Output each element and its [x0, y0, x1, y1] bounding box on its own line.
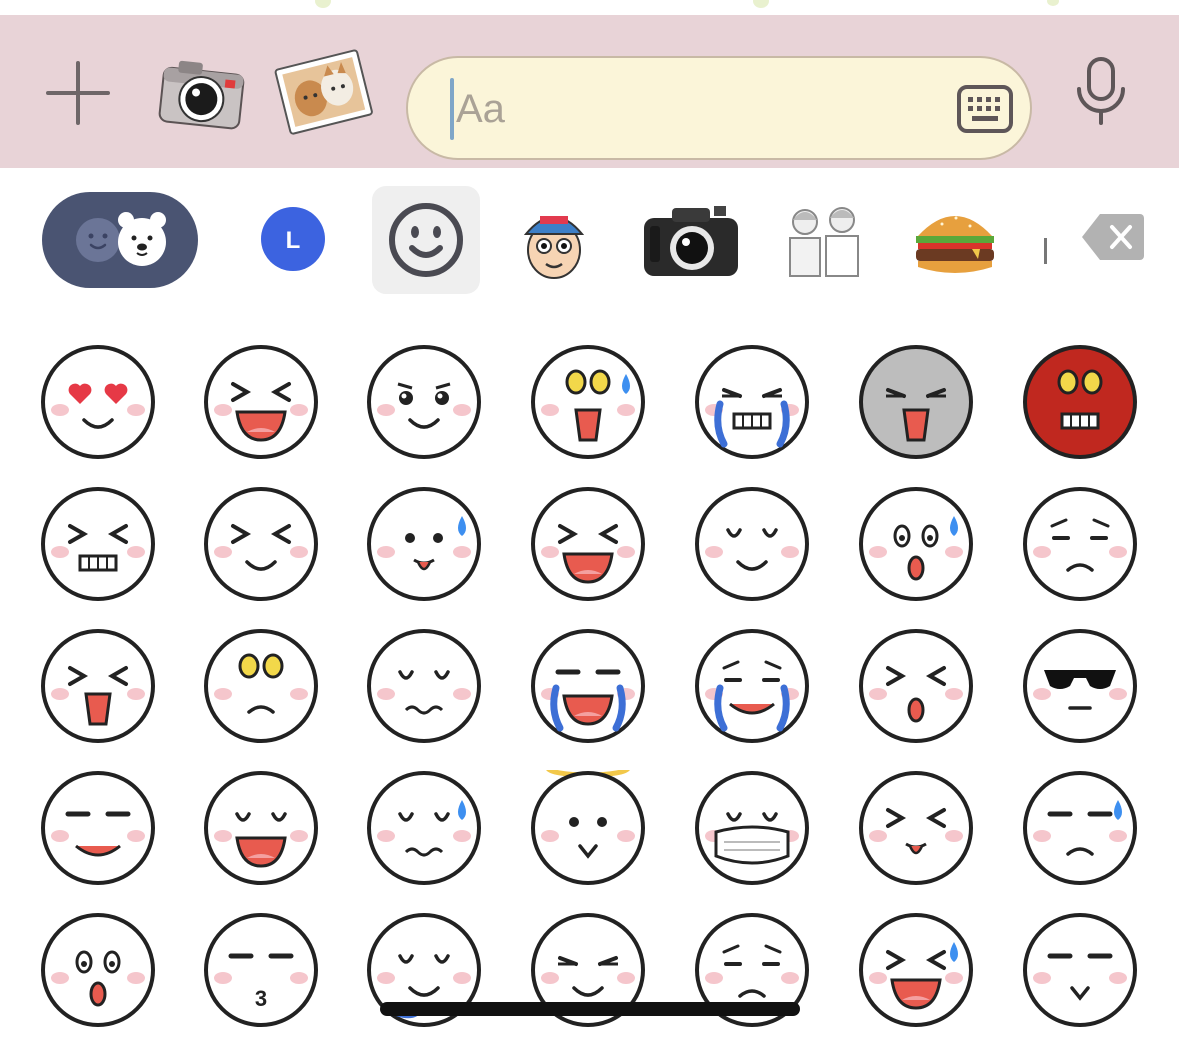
- photo-album-icon[interactable]: [272, 47, 376, 139]
- backspace-icon[interactable]: [1080, 212, 1146, 262]
- emoji-excited[interactable]: [530, 486, 646, 602]
- moon-brown-icon: [76, 212, 166, 266]
- emoji-surprised-squint[interactable]: [858, 628, 974, 744]
- emoji-nervous-sweat[interactable]: [366, 770, 482, 886]
- emoji-cool-shades[interactable]: [1022, 912, 1138, 1028]
- line-l-icon: L: [261, 207, 325, 271]
- emoji-tears-of-joy[interactable]: [530, 628, 646, 744]
- emoji-shocked-sweat[interactable]: [530, 344, 646, 460]
- emoji-category-tabs: L: [0, 168, 1179, 308]
- emoji-tongue-wink[interactable]: [366, 486, 482, 602]
- emoji-sunglasses[interactable]: [1022, 628, 1138, 744]
- smiley-icon: [389, 203, 463, 277]
- emoji-grinning-squint[interactable]: [40, 486, 156, 602]
- emoji-angry-vein[interactable]: [203, 628, 319, 744]
- line-friends-tab[interactable]: [42, 192, 198, 288]
- emoji-heart-eyes[interactable]: [40, 344, 156, 460]
- svg-text:3: 3: [255, 986, 267, 1011]
- message-input-field[interactable]: [406, 56, 1032, 160]
- emoji-happy-squint[interactable]: [203, 486, 319, 602]
- top-decor-dot: [753, 0, 769, 8]
- top-decor-dot: [1047, 0, 1059, 6]
- burger-icon: [916, 216, 994, 273]
- emoji-pleading[interactable]: [366, 344, 482, 460]
- tabs-overflow-edge: [1044, 238, 1047, 264]
- emoji-sad-open[interactable]: [203, 770, 319, 886]
- emoji-smiley-tab[interactable]: [372, 186, 480, 294]
- boy-with-cap-icon: [523, 216, 585, 279]
- emoji-stone-face[interactable]: [858, 344, 974, 460]
- camera-sticker-tab[interactable]: [642, 202, 740, 280]
- emoji-sobbing[interactable]: [694, 628, 810, 744]
- cap-boy-tab[interactable]: [518, 198, 590, 284]
- text-caret: [450, 78, 454, 140]
- emoji-angry-red[interactable]: [1022, 344, 1138, 460]
- emoji-shocked-sweat-2[interactable]: [858, 486, 974, 602]
- top-decor-dot: [315, 0, 331, 8]
- emoji-upset[interactable]: [1022, 486, 1138, 602]
- svg-text:L: L: [286, 227, 301, 254]
- emoji-tongue-squint[interactable]: [858, 770, 974, 886]
- couple-tab[interactable]: [784, 200, 862, 278]
- emoji-unamused[interactable]: [366, 628, 482, 744]
- camera-icon[interactable]: [156, 53, 246, 133]
- emoji-wide-eyes[interactable]: [40, 912, 156, 1028]
- emoji-smirk[interactable]: [40, 770, 156, 886]
- keyboard-icon[interactable]: [956, 82, 1014, 136]
- message-input[interactable]: [456, 76, 916, 142]
- couple-icon: [789, 207, 859, 277]
- message-composer-toolbar: [0, 15, 1179, 168]
- emoji-angel-halo[interactable]: [530, 758, 646, 886]
- emoji-screaming[interactable]: [40, 628, 156, 744]
- emoji-kiss[interactable]: 3: [203, 912, 319, 1028]
- emoji-laughing[interactable]: [203, 344, 319, 460]
- plus-icon[interactable]: [44, 59, 112, 127]
- emoji-content[interactable]: [694, 486, 810, 602]
- emoji-sweat-wink[interactable]: [858, 912, 974, 1028]
- microphone-icon[interactable]: [1072, 55, 1130, 129]
- emoji-crying-grimace[interactable]: [694, 344, 810, 460]
- emoji-face-mask[interactable]: [694, 770, 810, 886]
- burger-tab[interactable]: [912, 202, 998, 278]
- home-indicator[interactable]: [380, 1002, 800, 1016]
- dslr-camera-icon: [644, 206, 738, 276]
- emoji-sweat-sad[interactable]: [1022, 770, 1138, 886]
- line-tab[interactable]: L: [260, 206, 326, 272]
